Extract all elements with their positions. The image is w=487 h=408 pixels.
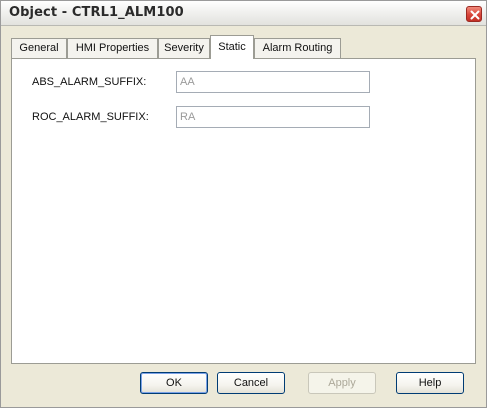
close-icon	[470, 10, 480, 20]
help-button[interactable]: Help	[396, 372, 464, 394]
title-bar[interactable]: Object - CTRL1_ALM100	[1, 1, 486, 26]
object-dialog: Object - CTRL1_ALM100 General HMI Proper…	[0, 0, 487, 408]
tab-alarm-routing[interactable]: Alarm Routing	[254, 38, 341, 58]
roc-alarm-suffix-input[interactable]	[176, 106, 370, 128]
close-button[interactable]	[466, 6, 482, 22]
tab-hmi-properties[interactable]: HMI Properties	[67, 38, 158, 58]
apply-button[interactable]: Apply	[308, 372, 376, 394]
tab-general[interactable]: General	[11, 38, 67, 58]
roc-alarm-suffix-label: ROC_ALARM_SUFFIX:	[32, 111, 149, 123]
tab-static[interactable]: Static	[210, 35, 254, 59]
ok-button[interactable]: OK	[140, 372, 208, 394]
abs-alarm-suffix-input[interactable]	[176, 71, 370, 93]
window-title: Object - CTRL1_ALM100	[9, 5, 184, 20]
static-tab-panel: ABS_ALARM_SUFFIX: ROC_ALARM_SUFFIX:	[11, 58, 476, 364]
cancel-button[interactable]: Cancel	[217, 372, 285, 394]
abs-alarm-suffix-label: ABS_ALARM_SUFFIX:	[32, 76, 147, 88]
tab-severity[interactable]: Severity	[158, 38, 210, 58]
